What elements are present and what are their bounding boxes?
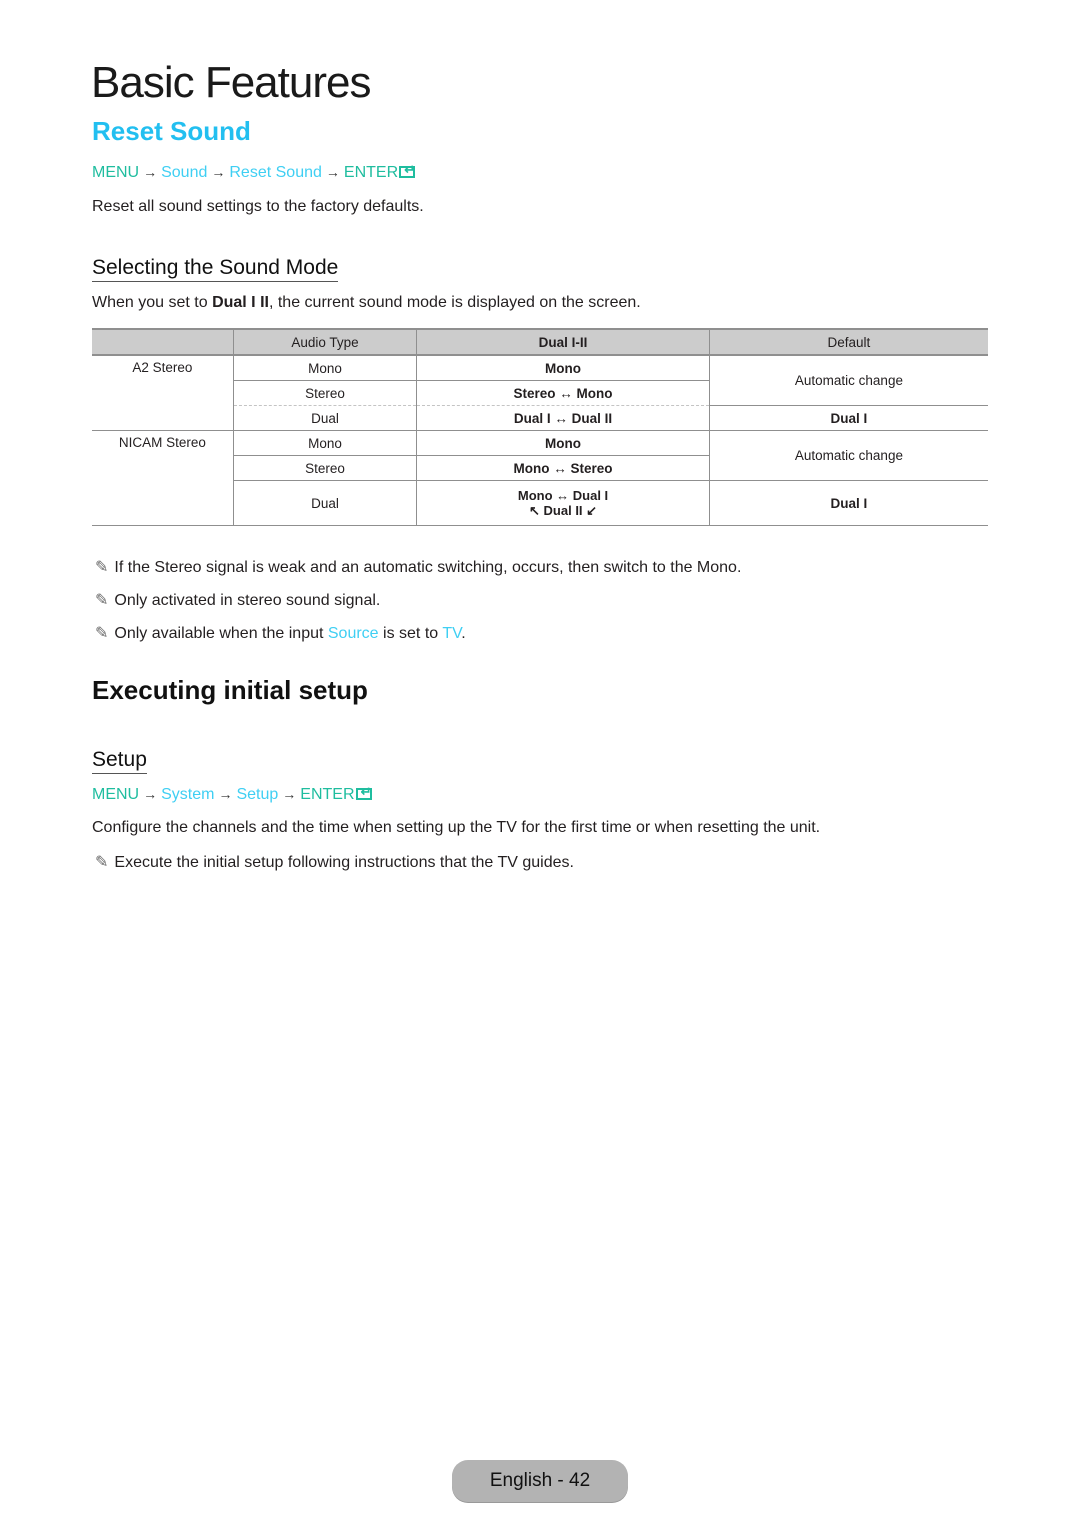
menu-path-setup: MENU → System → Setup → ENTER: [92, 784, 372, 804]
table-group-name: A2 Stereo: [92, 355, 234, 431]
enter-return-icon: [399, 162, 416, 178]
note-source-link: Source: [327, 625, 379, 642]
pencil-note-icon: ✎: [95, 625, 109, 642]
subsection-title-setup: Setup: [92, 748, 147, 774]
arrow-icon: →: [325, 164, 340, 180]
table-header-cell: Dual I-II: [416, 328, 710, 356]
menu-path-reset-sound: Reset Sound: [229, 164, 322, 181]
section-title-initial-setup: Executing initial setup: [92, 675, 368, 705]
table-cell-dual: Stereo ↔ Mono: [416, 380, 710, 406]
table-header-cell: Default: [708, 328, 988, 356]
dual-line-1: Mono ↔ Dual I: [517, 487, 609, 503]
table-header-row: Audio Type Dual I-II Default: [92, 328, 988, 356]
subsection-title-sound-mode: Selecting the Sound Mode: [92, 256, 339, 282]
note-item: ✎ Only activated in stereo sound signal.: [95, 590, 380, 610]
menu-path-reset-sound: MENU → Sound → Reset Sound → ENTER: [92, 162, 416, 182]
arrow-icon: →: [143, 786, 158, 802]
sound-mode-intro: When you set to Dual I II, the current s…: [92, 294, 641, 312]
note-text: Execute the initial setup following inst…: [114, 854, 574, 871]
table-cell-default: Dual I: [708, 405, 988, 431]
table-cell-audio-type: Mono: [232, 355, 417, 381]
intro-prefix: When you set to: [92, 294, 213, 311]
arrow-icon: →: [211, 164, 226, 180]
note-tv-link: TV: [442, 625, 462, 642]
note-text-suffix: .: [461, 625, 466, 642]
menu-path-menu: MENU: [92, 164, 140, 181]
arrow-icon: →: [218, 786, 233, 802]
menu-path-enter: ENTER: [300, 786, 355, 803]
table-row: NICAM Stereo Mono Mono Automatic change: [92, 430, 988, 526]
table-cell-audio-type: Stereo: [232, 455, 417, 481]
table-cell-audio-type: Mono: [232, 430, 417, 456]
table-cell-audio-type: Stereo: [232, 380, 417, 406]
menu-path-enter: ENTER: [343, 164, 399, 181]
intro-dual-label: Dual I II: [212, 294, 269, 311]
pencil-note-icon: ✎: [95, 592, 109, 609]
page-title: Basic Features: [91, 58, 371, 107]
menu-path-menu: MENU: [92, 786, 140, 803]
reset-sound-description: Reset all sound settings to the factory …: [92, 198, 424, 215]
enter-return-icon: [355, 784, 372, 800]
table-cell-dual: Mono: [416, 355, 710, 381]
arrow-icon: →: [143, 164, 158, 180]
table-row: A2 Stereo Mono Mono Automatic change: [92, 355, 988, 431]
note-text-middle: is set to: [378, 625, 443, 642]
menu-path-setup-item: Setup: [236, 786, 279, 803]
table-header-cell: Audio Type: [232, 328, 417, 356]
note-text: If the Stereo signal is weak and an auto…: [114, 559, 742, 576]
note-item: ✎ Execute the initial setup following ins…: [95, 852, 574, 872]
setup-description: Configure the channels and the time when…: [92, 819, 821, 836]
pencil-note-icon: ✎: [95, 854, 109, 871]
table-cell-default: Automatic change: [708, 355, 988, 406]
menu-path-sound: Sound: [161, 164, 208, 181]
pencil-note-icon: ✎: [95, 559, 109, 576]
note-item: ✎ Only available when the input Source is…: [95, 623, 466, 643]
arrow-icon: →: [282, 786, 297, 802]
table-cell-dual: Mono ↔ Dual I ↖ Dual II ↙: [416, 480, 710, 526]
table-header-cell: [92, 328, 234, 356]
table-cell-audio-type: Dual: [232, 405, 417, 431]
table-group-name: NICAM Stereo: [92, 430, 234, 526]
table-cell-dual: Mono: [416, 430, 710, 456]
table-cell-default: Automatic change: [708, 430, 988, 481]
table-cell-dual: Mono ↔ Stereo: [416, 455, 710, 481]
section-title-reset-sound: Reset Sound: [92, 116, 251, 146]
note-item: ✎ If the Stereo signal is weak and an aut…: [95, 557, 741, 577]
note-text: Only activated in stereo sound signal.: [114, 592, 381, 609]
intro-suffix: , the current sound mode is displayed on…: [268, 294, 641, 311]
sound-mode-table: Audio Type Dual I-II Default A2 Stereo M…: [92, 328, 988, 526]
table-cell-default: Dual I: [708, 480, 988, 526]
page-number-badge: English - 42: [452, 1460, 628, 1502]
dual-line-2: ↖ Dual II ↙: [529, 502, 598, 518]
table-cell-audio-type: Dual: [232, 480, 417, 526]
note-text-prefix: Only available when the input: [114, 625, 328, 642]
menu-path-system: System: [161, 786, 215, 803]
table-cell-dual: Dual I ↔ Dual II: [416, 405, 710, 431]
